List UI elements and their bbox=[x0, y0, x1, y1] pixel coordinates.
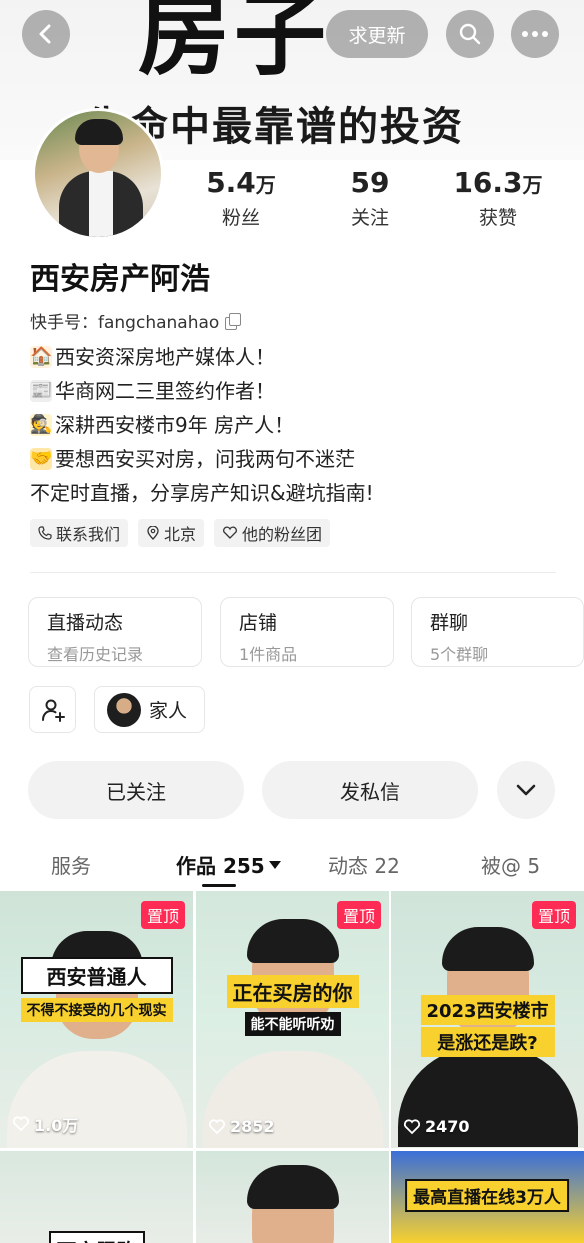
tab-indicator bbox=[202, 884, 236, 887]
add-friend-button[interactable] bbox=[29, 686, 76, 733]
stat-followers-label: 粉丝 bbox=[221, 207, 260, 229]
tag-contact[interactable]: 联系我们 bbox=[30, 519, 129, 547]
house-icon: 🏠 bbox=[30, 346, 53, 368]
card-subtitle: 查看历史记录 bbox=[47, 645, 144, 664]
bio-line: 📰 华商网二三里签约作者！ bbox=[30, 379, 275, 403]
divider bbox=[30, 572, 556, 573]
caret-down-icon bbox=[268, 860, 281, 869]
video-caption: 最高直播在线3万人 bbox=[405, 1179, 569, 1212]
bio-line: 不定时直播，分享房产知识&避坑指南! bbox=[30, 481, 374, 505]
bio-line: 🕵 深耕西安楼市9年 房产人！ bbox=[30, 413, 295, 437]
heart-icon bbox=[12, 1116, 30, 1132]
video-caption: 西安限购 bbox=[48, 1231, 145, 1243]
message-button[interactable]: 发私信 bbox=[262, 761, 478, 819]
card-group-chat[interactable]: 群聊 5个群聊 bbox=[411, 597, 584, 667]
video-likes: 2470 bbox=[403, 1117, 470, 1136]
stat-likes-num: 16.3 bbox=[453, 166, 523, 199]
family-label: 家人 bbox=[149, 700, 188, 722]
phone-icon bbox=[38, 526, 52, 540]
video-thumbnail[interactable]: 西安普通人 不得不接受的几个现实 置顶 1.0万 bbox=[0, 891, 193, 1148]
card-subtitle: 1件商品 bbox=[239, 645, 298, 664]
card-title: 群聊 bbox=[430, 612, 469, 634]
more-button[interactable] bbox=[511, 10, 559, 58]
pinned-badge: 置顶 bbox=[140, 901, 185, 929]
profile-bio: 🏠 西安资深房地产媒体人！ 📰 华商网二三里签约作者！ 🕵 深耕西安楼市9年 房产人！… bbox=[30, 340, 374, 510]
tab-mentions[interactable]: 被@ 5 bbox=[481, 850, 540, 879]
video-thumbnail[interactable]: 西安限购 bbox=[0, 1151, 193, 1243]
card-title: 店铺 bbox=[239, 612, 278, 634]
stat-followers-num: 5.4 bbox=[206, 166, 256, 199]
pinned-badge: 置顶 bbox=[531, 901, 576, 929]
expand-button[interactable] bbox=[497, 761, 555, 819]
tab-works[interactable]: 作品 255 bbox=[176, 850, 281, 879]
video-caption: 2023西安楼市 是涨还是跌? bbox=[420, 995, 555, 1057]
stat-likes-label: 获赞 bbox=[478, 207, 517, 229]
video-thumbnail[interactable]: 最高直播在线3万人 bbox=[391, 1151, 584, 1243]
chevron-left-icon bbox=[39, 24, 51, 44]
tab-moments[interactable]: 动态 22 bbox=[328, 850, 400, 879]
back-button[interactable] bbox=[22, 10, 70, 58]
stat-likes[interactable]: 16.3万 获赞 bbox=[438, 166, 558, 230]
stat-followers[interactable]: 5.4万 粉丝 bbox=[181, 166, 301, 230]
stat-followers-unit: 万 bbox=[255, 173, 276, 197]
video-grid: 西安普通人 不得不接受的几个现实 置顶 1.0万 正在买房的你 能不能听听劝 置… bbox=[0, 891, 584, 1243]
more-icon bbox=[522, 31, 548, 37]
profile-avatar[interactable] bbox=[32, 108, 164, 240]
profile-name: 西安房产阿浩 bbox=[30, 262, 210, 297]
tag-location[interactable]: 北京 bbox=[138, 519, 205, 547]
location-pin-icon bbox=[147, 526, 159, 540]
video-thumbnail[interactable]: 正在买房的你 能不能听听劝 置顶 2852 bbox=[196, 891, 389, 1148]
video-thumbnail[interactable] bbox=[196, 1151, 389, 1243]
profile-uid-text: 快手号：fangchanahao bbox=[30, 313, 220, 333]
bio-line: 🤝 要想西安买对房，问我两句不迷茫 bbox=[30, 447, 355, 471]
newspaper-icon: 📰 bbox=[30, 380, 53, 402]
video-likes: 1.0万 bbox=[12, 1112, 78, 1136]
card-subtitle: 5个群聊 bbox=[430, 645, 489, 664]
card-live-history[interactable]: 直播动态 查看历史记录 bbox=[28, 597, 202, 667]
stat-following[interactable]: 59 关注 bbox=[310, 166, 430, 230]
followed-button[interactable]: 已关注 bbox=[28, 761, 244, 819]
card-shop[interactable]: 店铺 1件商品 bbox=[220, 597, 394, 667]
family-button[interactable]: 家人 bbox=[94, 686, 205, 733]
heart-icon bbox=[208, 1118, 226, 1134]
tag-fan-club[interactable]: 他的粉丝团 bbox=[214, 519, 331, 547]
search-button[interactable] bbox=[446, 10, 494, 58]
stat-following-num: 59 bbox=[350, 166, 390, 199]
video-caption: 正在买房的你 能不能听听劝 bbox=[226, 975, 359, 1036]
video-likes: 2852 bbox=[208, 1117, 275, 1136]
stat-likes-unit: 万 bbox=[522, 173, 543, 197]
avatar bbox=[107, 692, 141, 727]
content-tabs: 服务 作品 255 动态 22 被@ 5 bbox=[0, 846, 584, 886]
copy-icon[interactable] bbox=[225, 312, 242, 330]
bio-line: 🏠 西安资深房地产媒体人！ bbox=[30, 345, 275, 369]
heart-icon bbox=[403, 1118, 421, 1134]
detective-icon: 🕵 bbox=[30, 414, 53, 436]
handshake-icon: 🤝 bbox=[30, 448, 53, 470]
add-user-icon bbox=[41, 699, 65, 722]
profile-uid[interactable]: 快手号：fangchanahao bbox=[30, 308, 242, 333]
pinned-badge: 置顶 bbox=[336, 901, 381, 929]
card-title: 直播动态 bbox=[47, 612, 124, 634]
stat-following-label: 关注 bbox=[350, 207, 389, 229]
video-thumbnail[interactable]: 2023西安楼市 是涨还是跌? 置顶 2470 bbox=[391, 891, 584, 1148]
cover-big-text: 房子 bbox=[138, 0, 331, 88]
heart-badge-icon bbox=[223, 526, 238, 539]
tab-services[interactable]: 服务 bbox=[51, 850, 91, 879]
chevron-down-icon bbox=[516, 784, 536, 796]
profile-tags: 联系我们 北京 他的粉丝团 bbox=[30, 519, 331, 547]
video-caption: 西安普通人 不得不接受的几个现实 bbox=[20, 957, 173, 1022]
search-icon bbox=[459, 23, 481, 45]
request-update-button[interactable]: 求更新 bbox=[326, 10, 428, 58]
